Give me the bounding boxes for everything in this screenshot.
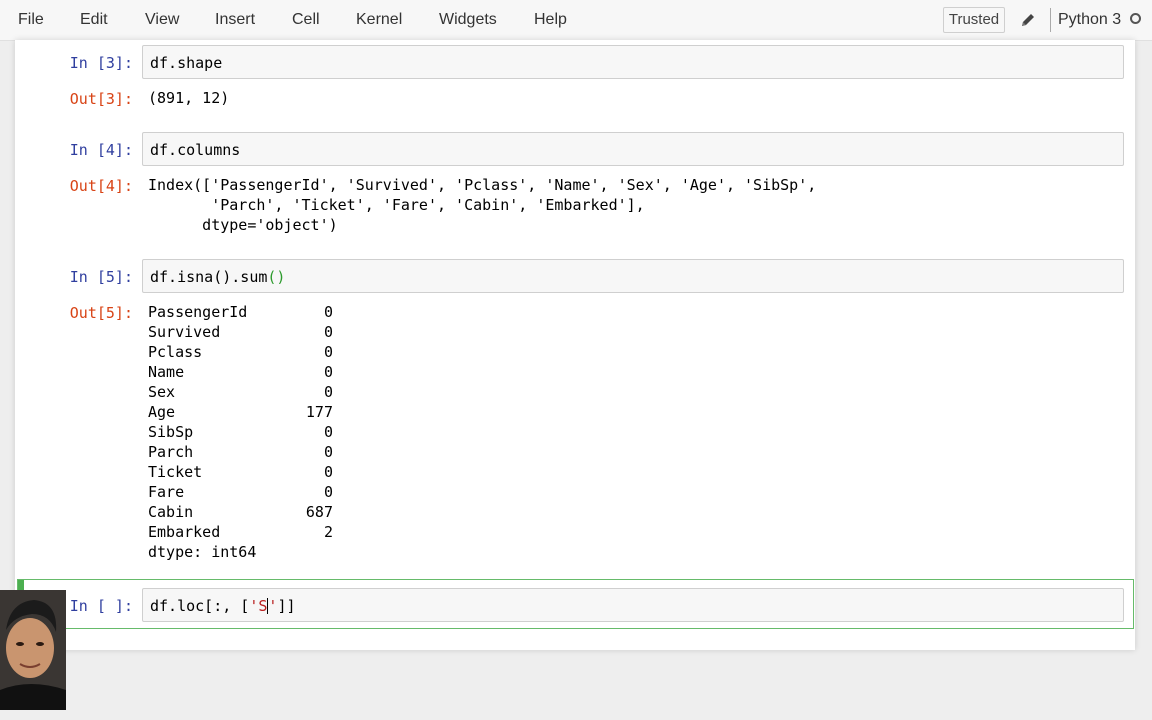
- isna-row: Age 177: [148, 402, 348, 422]
- isna-row: Survived 0: [148, 322, 348, 342]
- isna-row: Name 0: [148, 362, 348, 382]
- code-text-5: df.isna().sum(): [150, 268, 286, 286]
- isna-null-count: 177: [305, 403, 333, 421]
- code-text-4: df.columns: [150, 141, 241, 159]
- menu-file[interactable]: File: [18, 11, 44, 29]
- code-input-3[interactable]: df.shape: [142, 45, 1124, 79]
- isna-column-name: Survived: [148, 323, 221, 341]
- code-text-3: df.shape: [150, 54, 223, 72]
- isna-row: Cabin 687: [148, 502, 348, 522]
- isna-column-name: Ticket: [148, 463, 203, 481]
- isna-column-name: Embarked: [148, 523, 221, 541]
- isna-row: Pclass 0: [148, 342, 348, 362]
- in-prompt-5: In [5]:: [69, 268, 133, 286]
- code-input-4[interactable]: df.columns: [142, 132, 1124, 166]
- menu-edit[interactable]: Edit: [80, 11, 108, 29]
- isna-null-count: 0: [323, 443, 333, 461]
- isna-row: PassengerId 0: [148, 302, 348, 322]
- isna-row: Fare 0: [148, 482, 348, 502]
- isna-null-count: 0: [323, 463, 333, 481]
- isna-column-name: Fare: [148, 483, 185, 501]
- edit-pencil-icon[interactable]: [1018, 10, 1038, 30]
- trusted-indicator[interactable]: Trusted: [943, 7, 1005, 33]
- isna-null-count: 0: [323, 303, 333, 321]
- isna-null-count: 687: [305, 503, 333, 521]
- isna-null-count: 0: [323, 343, 333, 361]
- isna-column-name: Age: [148, 403, 176, 421]
- isna-null-count: 0: [323, 323, 333, 341]
- isna-row: SibSp 0: [148, 422, 348, 442]
- menu-kernel[interactable]: Kernel: [356, 11, 402, 29]
- isna-row: Sex 0: [148, 382, 348, 402]
- menu-insert[interactable]: Insert: [215, 11, 255, 29]
- in-prompt-4: In [4]:: [69, 141, 133, 159]
- code-input-5[interactable]: df.isna().sum(): [142, 259, 1124, 293]
- isna-null-count: 0: [323, 423, 333, 441]
- out-prompt-5: Out[5]:: [69, 304, 133, 322]
- kernel-status-icon: [1130, 13, 1141, 24]
- menu-cell[interactable]: Cell: [292, 11, 320, 29]
- menu-widgets[interactable]: Widgets: [439, 11, 497, 29]
- output-4-line-3: dtype='object'): [148, 216, 338, 234]
- output-4-line-1: Index(['PassengerId', 'Survived', 'Pclas…: [148, 176, 817, 194]
- kernel-name: Python 3: [1058, 11, 1122, 28]
- webcam-overlay: [0, 590, 66, 710]
- notebook-container: In [3]: df.shape Out[3]: (891, 12) In [4…: [15, 40, 1135, 650]
- code-input-active[interactable]: df.loc[:, ['S']]: [142, 588, 1124, 622]
- isna-column-name: PassengerId: [148, 303, 248, 321]
- menu-bar: File Edit View Insert Cell Kernel Widget…: [0, 0, 1152, 41]
- isna-null-count: 2: [323, 523, 333, 541]
- menu-view[interactable]: View: [145, 11, 179, 29]
- isna-column-name: Name: [148, 363, 185, 381]
- isna-column-name: SibSp: [148, 423, 194, 441]
- isna-row: Parch 0: [148, 442, 348, 462]
- isna-dtype: dtype: int64: [148, 543, 257, 561]
- output-3: (891, 12): [148, 89, 230, 107]
- isna-null-count: 0: [323, 363, 333, 381]
- menu-help[interactable]: Help: [534, 11, 567, 29]
- isna-column-name: Cabin: [148, 503, 194, 521]
- isna-row: Embarked 2: [148, 522, 348, 542]
- out-prompt-4: Out[4]:: [69, 177, 133, 195]
- in-prompt-3: In [3]:: [69, 54, 133, 72]
- isna-column-name: Pclass: [148, 343, 203, 361]
- isna-row: Ticket 0: [148, 462, 348, 482]
- separator: [1050, 8, 1051, 32]
- isna-column-name: Parch: [148, 443, 194, 461]
- out-prompt-3: Out[3]:: [69, 90, 133, 108]
- output-4-line-2: 'Parch', 'Ticket', 'Fare', 'Cabin', 'Emb…: [148, 196, 645, 214]
- isna-null-count: 0: [323, 383, 333, 401]
- code-text-active: df.loc[:, ['S']]: [150, 597, 296, 615]
- isna-column-name: Sex: [148, 383, 176, 401]
- isna-null-count: 0: [323, 483, 333, 501]
